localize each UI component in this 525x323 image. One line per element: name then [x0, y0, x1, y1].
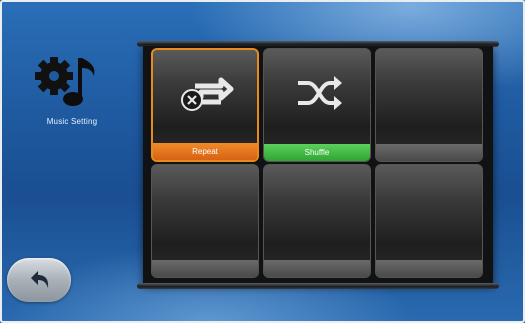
shuffle-icon: [298, 76, 342, 110]
back-button[interactable]: [7, 258, 71, 302]
back-arrow-icon: [31, 271, 49, 288]
empty-tile-label: [152, 260, 258, 277]
board-bottom-rod: [137, 283, 499, 289]
empty-tile-label: [376, 260, 482, 277]
empty-tile: [151, 164, 259, 278]
empty-tile-label: [376, 144, 482, 161]
music-setting-label: Music Setting: [46, 117, 98, 126]
empty-tile-label: [264, 260, 370, 277]
shuffle-tile[interactable]: Shuffle: [263, 48, 371, 162]
empty-tile: [375, 164, 483, 278]
repeat-tile[interactable]: Repeat: [151, 48, 259, 162]
shuffle-label: Shuffle: [264, 144, 370, 161]
gear-music-note-icon: [35, 57, 95, 106]
empty-tile: [263, 164, 371, 278]
repeat-off-icon: [181, 77, 234, 111]
empty-tile: [375, 48, 483, 162]
repeat-label: Repeat: [153, 143, 257, 160]
